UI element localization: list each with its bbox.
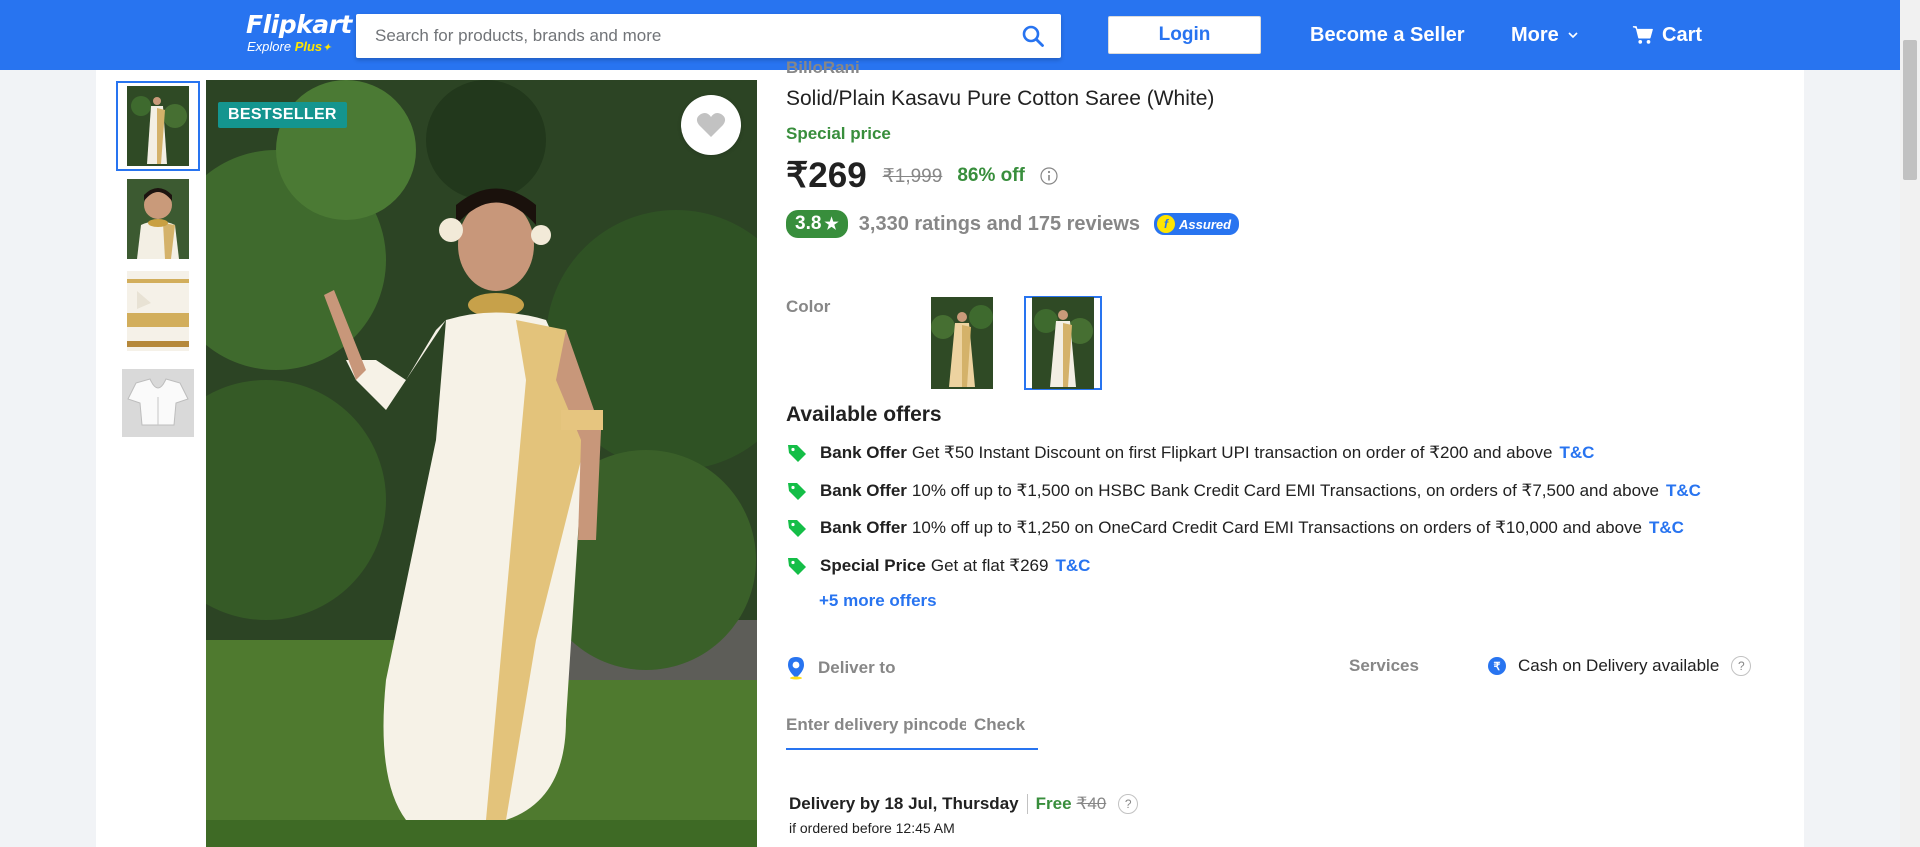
rating-value: 3.8	[795, 213, 822, 234]
more-label: More	[1511, 24, 1559, 46]
top-header: Flipkart Explore Plus✦ Login Become a Se…	[0, 0, 1920, 70]
assured-badge: f Assured	[1154, 213, 1240, 235]
deliver-to-label: Deliver to	[786, 656, 895, 680]
rating-badge[interactable]: 3.8 ★	[786, 210, 848, 238]
pincode-input[interactable]	[786, 712, 966, 738]
search-icon[interactable]	[1021, 24, 1045, 48]
saree-front-thumb-image	[127, 86, 189, 166]
deliver-to-text: Deliver to	[818, 658, 896, 677]
wishlist-button[interactable]	[681, 95, 741, 155]
cod-text: Cash on Delivery available	[1518, 656, 1720, 675]
swatch-beige-image	[931, 297, 993, 389]
offer-type: Bank Offer	[820, 443, 907, 462]
cart-icon	[1632, 26, 1653, 44]
offer-tnc-link[interactable]: T&C	[1649, 517, 1684, 539]
divider	[1026, 794, 1028, 814]
become-seller-link[interactable]: Become a Seller	[1310, 22, 1465, 48]
product-main-image[interactable]: BESTSELLER	[206, 80, 757, 847]
offer-tag-icon	[788, 558, 806, 575]
chevron-down-icon	[1568, 32, 1578, 39]
pincode-field: Check	[786, 712, 1038, 750]
delivery-date: Delivery by 18 Jul, Thursday	[789, 794, 1019, 813]
brand-name[interactable]: BilloRani	[786, 58, 860, 78]
search-bar	[356, 14, 1061, 58]
services-label: Services	[1349, 656, 1419, 675]
original-price: ₹1,999	[882, 165, 943, 187]
logo-subtext: Explore Plus✦	[247, 40, 352, 55]
order-cutoff-time: if ordered before 12:45 AM	[789, 820, 955, 836]
location-pin-icon	[788, 657, 804, 680]
rupee-icon: ₹	[1488, 657, 1506, 675]
page-scrollbar[interactable]	[1900, 0, 1920, 847]
offer-item: Bank Offer 10% off up to ₹1,500 on HSBC …	[786, 480, 1701, 502]
thumbnail-1[interactable]	[116, 81, 200, 171]
cart-label: Cart	[1662, 24, 1703, 46]
free-delivery-label: Free	[1035, 794, 1072, 813]
offer-type: Special Price	[820, 556, 926, 575]
offer-tag-icon	[788, 445, 806, 462]
ratings-reviews-count[interactable]: 3,330 ratings and 175 reviews	[859, 213, 1140, 236]
available-offers-title: Available offers	[786, 403, 942, 426]
thumbnail-3[interactable]	[116, 266, 200, 356]
price-row: ₹269 ₹1,999 86% off	[786, 156, 1059, 196]
offer-tnc-link[interactable]: T&C	[1560, 442, 1595, 464]
more-menu[interactable]: More	[1511, 22, 1579, 48]
blouse-thumb-image	[122, 369, 194, 437]
offer-tag-icon	[788, 520, 806, 537]
swatch-white-image	[1032, 297, 1094, 389]
saree-model-photo	[206, 80, 757, 847]
star-icon: ★	[824, 216, 839, 233]
search-input[interactable]	[375, 14, 995, 58]
saree-fabric-thumb-image	[127, 271, 189, 351]
offer-type: Bank Offer	[820, 481, 907, 500]
offer-text: 10% off up to ₹1,250 on OneCard Credit C…	[911, 518, 1643, 537]
login-button[interactable]: Login	[1108, 16, 1261, 54]
offer-item: Bank Offer 10% off up to ₹1,250 on OneCa…	[786, 517, 1684, 539]
rating-row: 3.8 ★ 3,330 ratings and 175 reviews f Ass…	[786, 210, 1240, 238]
more-offers-link[interactable]: +5 more offers	[819, 591, 937, 611]
bestseller-badge: BESTSELLER	[218, 102, 347, 128]
offer-text: Get ₹50 Instant Discount on first Flipka…	[911, 443, 1553, 462]
offer-tnc-link[interactable]: T&C	[1666, 480, 1701, 502]
saree-closeup-thumb-image	[127, 179, 189, 259]
help-icon[interactable]: ?	[1118, 794, 1139, 814]
offer-text: 10% off up to ₹1,500 on HSBC Bank Credit…	[911, 481, 1660, 500]
offer-item: Special Price Get at flat ₹269 T&C	[786, 555, 1090, 577]
become-seller-label: Become a Seller	[1310, 24, 1465, 46]
logo-sub-plus: Plus	[294, 39, 323, 54]
flipkart-logo[interactable]: Flipkart Explore Plus✦	[246, 10, 352, 55]
color-swatch-beige[interactable]	[930, 296, 994, 390]
check-pincode-button[interactable]: Check	[974, 712, 1025, 738]
logo-sub-prefix: Explore	[247, 39, 292, 54]
offer-text: Get at flat ₹269	[930, 556, 1049, 575]
logo-text: Flipkart	[246, 10, 352, 39]
scrollbar-thumb[interactable]	[1903, 40, 1917, 180]
color-label: Color	[786, 297, 831, 316]
offer-tnc-link[interactable]: T&C	[1055, 555, 1090, 577]
thumbnail-2[interactable]	[116, 174, 200, 264]
assured-label: Assured	[1179, 216, 1232, 232]
discount-percent: 86% off	[957, 165, 1025, 186]
current-price: ₹269	[786, 156, 867, 195]
plus-icon: ✦	[322, 42, 332, 54]
offer-tag-icon	[788, 483, 806, 500]
offer-item: Bank Offer Get ₹50 Instant Discount on f…	[786, 442, 1594, 464]
delivery-estimate: Delivery by 18 Jul, Thursday Free ₹40 ?	[789, 794, 1139, 814]
offer-type: Bank Offer	[820, 518, 907, 537]
assured-icon: f	[1157, 215, 1176, 233]
info-icon[interactable]	[1039, 166, 1059, 186]
heart-icon	[696, 113, 726, 137]
delivery-fee: ₹40	[1076, 794, 1107, 813]
color-swatch-white[interactable]	[1024, 296, 1102, 390]
cod-service: ₹ Cash on Delivery available ?	[1488, 656, 1752, 676]
cart-link[interactable]: Cart	[1632, 22, 1702, 48]
product-title: Solid/Plain Kasavu Pure Cotton Saree (Wh…	[786, 87, 1215, 110]
special-price-label: Special price	[786, 124, 891, 143]
help-icon[interactable]: ?	[1731, 656, 1752, 676]
thumbnail-4[interactable]	[116, 358, 200, 448]
